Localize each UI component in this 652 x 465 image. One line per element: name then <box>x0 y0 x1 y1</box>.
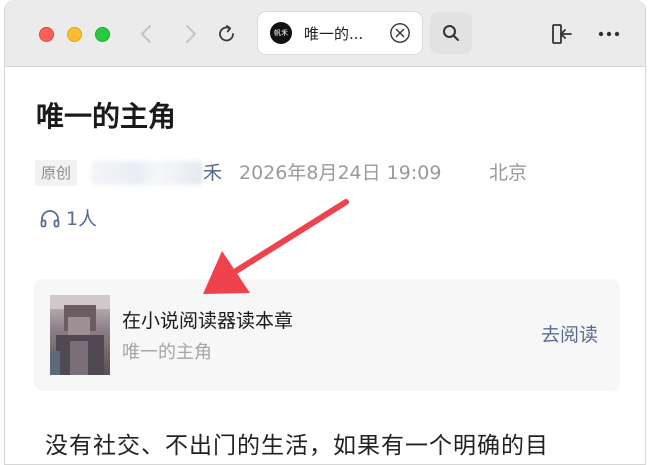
back-button[interactable] <box>132 20 160 48</box>
reload-button[interactable] <box>213 20 241 48</box>
more-menu-button[interactable] <box>595 20 623 48</box>
chevron-right-icon <box>186 25 196 43</box>
author-name-redacted <box>91 161 203 185</box>
article-paragraph: 没有社交、不出门的生活，如果有一个明确的目 <box>45 433 549 459</box>
close-circle-icon <box>390 23 410 43</box>
site-favicon: 帆禾 <box>270 22 292 44</box>
tab-title: 唯一的... <box>304 25 364 43</box>
minimize-window-button[interactable] <box>67 27 82 42</box>
zoom-window-button[interactable] <box>95 27 110 42</box>
tab-close-button[interactable] <box>389 22 411 44</box>
publish-location: 北京 <box>489 162 528 184</box>
tab-article[interactable]: 帆禾 唯一的... <box>258 12 422 54</box>
search-button[interactable] <box>430 12 472 54</box>
browser-toolbar: 帆禾 唯一的... <box>5 0 645 67</box>
go-read-button[interactable]: 去阅读 <box>541 320 598 347</box>
novel-card-title: 在小说阅读器读本章 <box>122 310 294 332</box>
browser-window: 帆禾 唯一的... 唯一的主角 原创 禾 2026年8月24日 19:09 北京… <box>4 0 646 465</box>
article-meta: 原创 禾 2026年8月24日 19:09 北京 <box>35 159 635 189</box>
chevron-left-icon <box>141 25 151 43</box>
listener-count: 1人 <box>66 208 98 230</box>
close-window-button[interactable] <box>39 27 54 42</box>
search-icon <box>443 25 459 41</box>
sidebar-exit-button[interactable] <box>548 20 576 48</box>
author-link[interactable]: 禾 <box>203 159 222 187</box>
forward-button[interactable] <box>177 20 205 48</box>
sidebar-exit-icon <box>552 24 572 44</box>
original-tag: 原创 <box>35 160 78 186</box>
more-dots-icon <box>598 31 620 37</box>
novel-reader-card[interactable]: 在小说阅读器读本章 唯一的主角 去阅读 <box>34 279 620 391</box>
reload-icon <box>219 25 234 42</box>
article-title: 唯一的主角 <box>36 100 177 133</box>
headphones-icon <box>40 210 60 228</box>
publish-datetime: 2026年8月24日 19:09 <box>239 162 442 184</box>
book-cover-image <box>50 295 110 375</box>
novel-card-subtitle: 唯一的主角 <box>122 342 212 363</box>
